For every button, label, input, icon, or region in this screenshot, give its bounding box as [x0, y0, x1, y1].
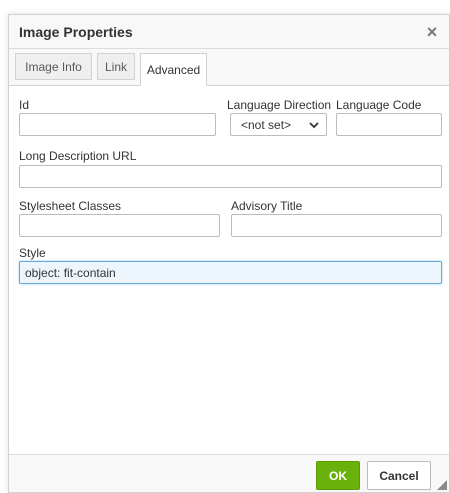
close-icon[interactable]: ×: [421, 21, 443, 43]
image-properties-dialog: Image Properties × Image Info Link Advan…: [8, 14, 450, 493]
language-direction-value: <not set>: [241, 117, 292, 132]
tab-link[interactable]: Link: [97, 53, 135, 80]
style-label: Style: [19, 246, 46, 260]
id-input[interactable]: [19, 113, 216, 136]
dialog-footer: OK Cancel: [9, 454, 449, 492]
long-description-url-input[interactable]: [19, 165, 442, 188]
resize-grip-icon[interactable]: [437, 480, 447, 490]
chevron-down-icon: [309, 122, 319, 129]
language-direction-select[interactable]: <not set>: [230, 113, 327, 136]
language-code-input[interactable]: [336, 113, 442, 136]
dialog-titlebar[interactable]: Image Properties ×: [9, 15, 449, 49]
advisory-title-input[interactable]: [231, 214, 442, 237]
language-code-label: Language Code: [336, 98, 422, 112]
style-input[interactable]: [19, 261, 442, 284]
advanced-tab-panel: Id Language Direction <not set> Language…: [9, 86, 449, 454]
advisory-title-label: Advisory Title: [231, 199, 303, 213]
tab-advanced[interactable]: Advanced: [140, 53, 207, 86]
tab-image-info[interactable]: Image Info: [15, 53, 92, 80]
long-description-url-label: Long Description URL: [19, 149, 137, 163]
id-label: Id: [19, 98, 30, 112]
stylesheet-classes-label: Stylesheet Classes: [19, 199, 122, 213]
tab-bar: Image Info Link Advanced: [9, 49, 449, 86]
cancel-button[interactable]: Cancel: [367, 461, 431, 490]
ok-button[interactable]: OK: [316, 461, 360, 490]
dialog-title: Image Properties: [19, 24, 133, 40]
stylesheet-classes-input[interactable]: [19, 214, 220, 237]
language-direction-label: Language Direction: [227, 98, 332, 112]
